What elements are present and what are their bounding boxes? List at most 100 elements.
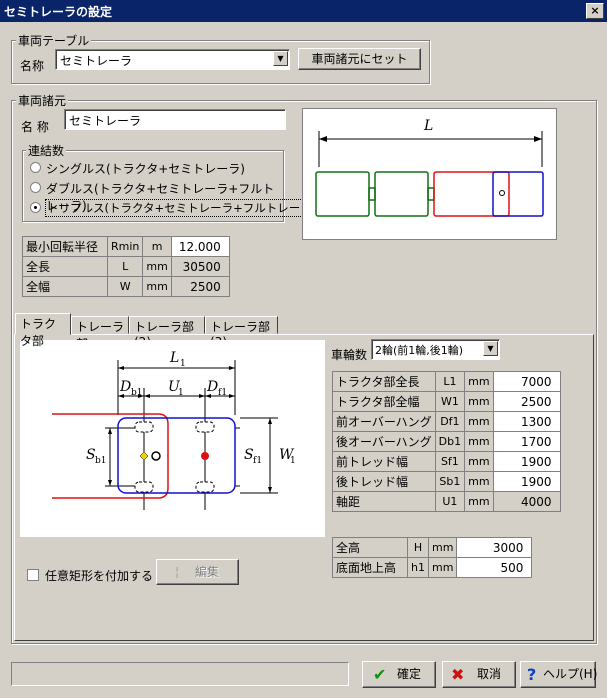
spec-table: 最小回転半径 Rmin m 12.000 全長 L mm 30500 全幅 W … [22, 236, 230, 297]
vehicle-table-group-label: 車両テーブル [16, 32, 92, 49]
table-row: 前トレッド幅 Sf1 mm 1900 [332, 451, 561, 472]
tab-tractor[interactable]: トラクタ部 [15, 313, 71, 348]
spec-unit: m [142, 236, 172, 257]
coupling-group-label: 連結数 [26, 142, 67, 159]
spec-unit: mm [142, 276, 172, 297]
param-symbol: L1 [434, 371, 466, 392]
radio-icon[interactable] [30, 182, 41, 193]
checkbox-icon[interactable] [27, 569, 39, 581]
param-label: 軸距 [332, 491, 436, 512]
param-symbol: Sb1 [434, 471, 466, 492]
spec-symbol: W [106, 276, 144, 297]
tractor-diagram: L 1 D b1 U 1 D f1 S b1 S f1 W 1 [20, 340, 325, 537]
vehicle-table-select[interactable]: セミトレーラ ▼ [55, 49, 290, 70]
param-unit: mm [464, 411, 494, 432]
tab-trailer[interactable]: トレーラ部 [71, 316, 129, 351]
vehicle-spec-group-label: 車両諸元 [16, 92, 69, 109]
add-rect-checkbox[interactable]: 任意矩形を付加する [27, 567, 157, 583]
label-Sb1-sub: b1 [95, 456, 107, 466]
cancel-label: 取消 [477, 667, 502, 681]
spec-symbol: L [106, 256, 144, 277]
wheels-label: 車輪数 [331, 348, 368, 362]
table-row: トラクタ部全幅 W1 mm 2500 [332, 391, 561, 412]
cancel-button[interactable]: ✖ 取消 [442, 661, 516, 688]
param-unit: mm [464, 371, 494, 392]
vehicle-diagram-svg: L [315, 118, 544, 217]
overall-vehicle-diagram: L [302, 108, 557, 240]
front-overhang-field[interactable]: 1300 [492, 411, 561, 432]
param-label: 後オーバーハング [332, 431, 436, 452]
spec-name-value: セミトレーラ [69, 114, 142, 128]
radio-singles[interactable]: シングルス(トラクタ+セミトレーラ) [30, 160, 280, 176]
table-row: 前オーバーハング Df1 mm 1300 [332, 411, 561, 432]
help-button[interactable]: ? ヘルプ(H) [520, 661, 598, 688]
edit-icon: ¦ [175, 565, 180, 579]
tractor-width-field[interactable]: 2500 [492, 391, 561, 412]
wheelbase-value: 4000 [492, 491, 561, 512]
param-symbol: H [407, 537, 429, 558]
rear-overhang-field[interactable]: 1700 [492, 431, 561, 452]
table-row: 軸距 U1 mm 4000 [332, 491, 561, 512]
param-symbol: W1 [434, 391, 466, 412]
radio-triples[interactable]: トリプルス(トラクタ+セミトレーラ+フルトレーラ×2) [30, 199, 336, 217]
param-symbol: Df1 [434, 411, 466, 432]
height-table: 全高 Hmm 3000 底面地上高 h1 mm 500 [332, 537, 533, 578]
edit-button[interactable]: ¦ 編集 [156, 559, 239, 585]
tractor-length-field[interactable]: 7000 [492, 371, 561, 392]
min-turn-radius-field[interactable]: 12.000 [170, 236, 230, 257]
vehicle-table-selected: セミトレーラ [60, 54, 133, 68]
wheels-selected: 2輪(前1輪,後1輪) [375, 344, 464, 357]
table-row: トラクタ部全長 L1 mm 7000 [332, 371, 561, 392]
window-title: セミトレーラの設定 [4, 5, 113, 19]
tab-trailer-2[interactable]: トレーラ部(2) [129, 316, 205, 349]
param-symbol: Db1 [434, 431, 466, 452]
param-unit: mm [464, 471, 494, 492]
param-label: 前トレッド幅 [332, 451, 436, 472]
tractor-diagram-svg: L 1 D b1 U 1 D f1 S b1 S f1 W 1 [52, 350, 296, 510]
spec-name-input[interactable]: セミトレーラ [64, 109, 286, 130]
chevron-down-icon[interactable]: ▼ [273, 51, 288, 66]
add-rect-label: 任意矩形を付加する [45, 569, 154, 583]
ok-button[interactable]: ✔ 確定 [362, 661, 436, 688]
radio-icon[interactable] [30, 162, 41, 173]
spec-symbol: Rmin [106, 236, 144, 257]
table-row: 最小回転半径 Rmin m 12.000 [22, 236, 230, 257]
spec-unit: mm [142, 256, 172, 277]
label-Sf1-sub: f1 [253, 456, 262, 466]
set-to-spec-button[interactable]: 車両諸元にセット [298, 48, 421, 70]
vehicle-table-name-label: 名称 [20, 59, 45, 73]
x-icon: ✖ [451, 665, 465, 684]
tractor-table: トラクタ部全長 L1 mm 7000 トラクタ部全幅 W1 mm 2500 前オーバーハング… [332, 371, 561, 512]
radio-triples-label: トリプルス(トラクタ+セミトレーラ+フルトレーラ×2) [45, 199, 336, 217]
param-label: 前オーバーハング [332, 411, 436, 432]
table-row: 底面地上高 h1 mm 500 [332, 557, 533, 578]
radio-singles-label: シングルス(トラクタ+セミトレーラ) [46, 162, 245, 176]
front-tread-field[interactable]: 1900 [492, 451, 561, 472]
ground-clearance-field[interactable]: 500 [456, 557, 533, 578]
param-label: 後トレッド幅 [332, 471, 436, 492]
param-symbol: Sf1 [434, 451, 466, 472]
help-label: ヘルプ(H) [543, 667, 598, 681]
wheels-select[interactable]: 2輪(前1輪,後1輪) ▼ [371, 339, 500, 360]
total-width-value: 2500 [170, 276, 230, 297]
param-unit: mm [427, 557, 458, 578]
status-field [11, 662, 349, 686]
edit-label: 編集 [195, 565, 220, 579]
diagram-L-label: L [423, 118, 433, 134]
table-row: 後トレッド幅 Sb1 mm 1900 [332, 471, 561, 492]
param-label: トラクタ部全長 [332, 371, 436, 392]
spec-label: 最小回転半径 [22, 236, 108, 257]
radio-doubles[interactable]: ダブルス(トラクタ+セミトレーラ+フルトレーラ) [30, 180, 280, 213]
title-bar: セミトレーラの設定 × [0, 0, 607, 22]
radio-icon[interactable] [30, 202, 41, 213]
tab-trailer-3[interactable]: トレーラ部(3) [205, 316, 278, 349]
table-row: 全長 L mm 30500 [22, 256, 230, 277]
table-row: 全高 Hmm 3000 [332, 537, 533, 558]
spec-name-label: 名 称 [21, 120, 49, 134]
total-height-field[interactable]: 3000 [456, 537, 533, 558]
close-button[interactable]: × [586, 3, 604, 19]
table-row: 後オーバーハング Db1 mm 1700 [332, 431, 561, 452]
chevron-down-icon[interactable]: ▼ [483, 341, 498, 356]
param-unit: mm [464, 491, 494, 512]
rear-tread-field[interactable]: 1900 [492, 471, 561, 492]
